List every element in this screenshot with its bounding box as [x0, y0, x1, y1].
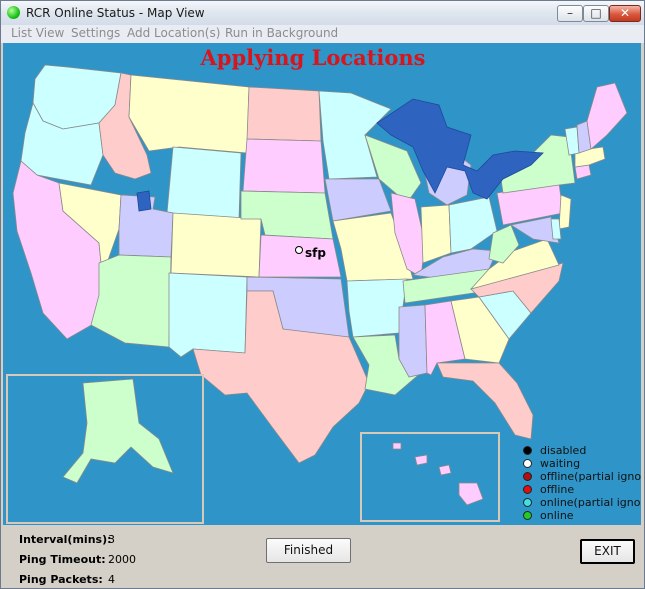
map-status-title: Applying Locations: [200, 45, 426, 70]
ping-timeout-label: Ping Timeout:: [19, 553, 106, 566]
close-button[interactable]: ✕: [609, 5, 641, 22]
state-new-jersey: [558, 194, 572, 230]
state-delaware: [550, 218, 562, 240]
minimize-icon: –: [567, 6, 573, 20]
legend-dot-icon: [523, 498, 532, 507]
menu-run-in-background[interactable]: Run in Background: [225, 26, 338, 40]
app-window: RCR Online Status - Map View – □ ✕ List …: [0, 0, 645, 589]
state-wyoming: [166, 146, 242, 220]
legend-dot-icon: [523, 472, 532, 481]
legend-item-disabled: disabled: [523, 444, 641, 457]
legend-label: online: [540, 509, 574, 522]
legend-item-waiting: waiting: [523, 457, 641, 470]
status-light-icon: [7, 6, 20, 19]
menu-settings[interactable]: Settings: [71, 26, 120, 40]
window-title: RCR Online Status - Map View: [26, 6, 205, 20]
location-label[interactable]: sfp: [305, 246, 326, 260]
legend-dot-icon: [523, 446, 532, 455]
legend-dot-icon: [523, 459, 532, 468]
finished-button[interactable]: Finished: [266, 538, 351, 563]
interval-label: Interval(mins):: [19, 533, 112, 546]
great-salt-lake: [136, 190, 152, 212]
state-california: [12, 160, 104, 340]
interval-value: 3: [108, 533, 115, 546]
location-marker[interactable]: [295, 246, 303, 254]
title-bar[interactable]: RCR Online Status - Map View – □ ✕: [1, 1, 644, 25]
state-connecticut: [574, 164, 592, 180]
state-ohio: [448, 196, 498, 254]
state-colorado: [170, 212, 262, 278]
legend-label: disabled: [540, 444, 587, 457]
legend-item-offline-partial: offline(partial ignore): [523, 470, 641, 483]
maximize-button[interactable]: □: [583, 5, 609, 22]
legend-dot-icon: [523, 485, 532, 494]
maximize-icon: □: [590, 6, 602, 20]
hawaii-inset: [360, 432, 500, 522]
menu-add-locations[interactable]: Add Location(s): [127, 26, 220, 40]
state-south-dakota: [242, 138, 326, 194]
menu-list-view[interactable]: List View: [11, 26, 64, 40]
legend-label: offline: [540, 483, 575, 496]
legend-dot-icon: [523, 511, 532, 520]
ping-packets-value: 4: [108, 573, 115, 586]
state-north-dakota: [246, 86, 322, 142]
us-map[interactable]: Applying Locations sfp disabled waiting …: [3, 43, 641, 525]
legend-item-online: online: [523, 509, 641, 522]
state-florida: [436, 362, 534, 440]
legend-item-online-partial: online(partial ignore): [523, 496, 641, 509]
minimize-button[interactable]: –: [557, 5, 583, 22]
legend-label: offline(partial ignore): [540, 470, 641, 483]
legend-label: waiting: [540, 457, 581, 470]
close-icon: ✕: [619, 6, 631, 20]
state-mississippi: [398, 304, 428, 378]
status-footer: Interval(mins): 3 Ping Timeout: 2000 Pin…: [1, 525, 644, 588]
state-arkansas: [346, 278, 408, 338]
legend-label: online(partial ignore): [540, 496, 641, 509]
ping-packets-label: Ping Packets:: [19, 573, 103, 586]
exit-button[interactable]: EXIT: [580, 539, 635, 564]
alaska-inset: [6, 374, 204, 524]
state-new-mexico: [168, 272, 248, 358]
state-montana: [128, 74, 250, 154]
menu-bar: List View Settings Add Location(s) Run i…: [1, 25, 644, 43]
state-kansas: [258, 234, 342, 278]
ping-timeout-value: 2000: [108, 553, 136, 566]
state-arizona: [90, 254, 172, 348]
legend-item-offline: offline: [523, 483, 641, 496]
status-legend: disabled waiting offline(partial ignore)…: [523, 444, 641, 522]
state-indiana: [420, 204, 452, 264]
state-maine: [586, 82, 628, 150]
